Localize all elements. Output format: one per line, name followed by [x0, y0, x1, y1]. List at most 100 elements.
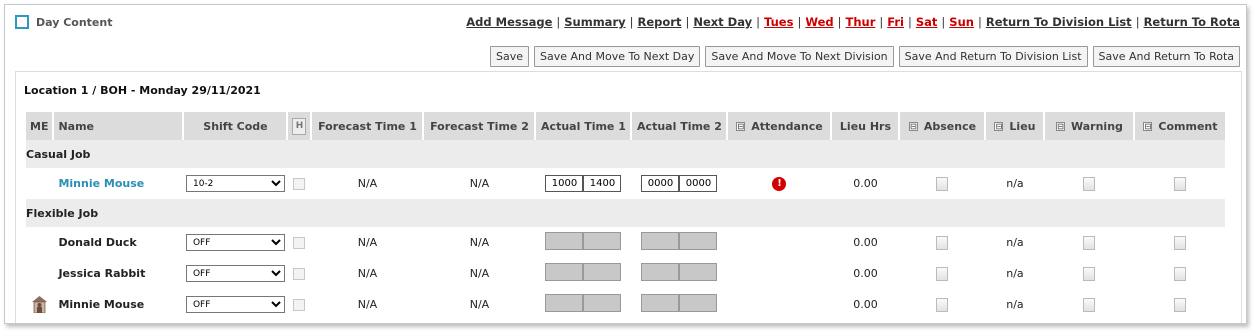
return-rota-link[interactable]: Return To Rota: [1144, 15, 1240, 29]
comment-icon[interactable]: [1174, 235, 1187, 250]
nav-separator: |: [556, 15, 561, 29]
collapse-icon[interactable]: ⊟: [1056, 122, 1066, 131]
return-division-link[interactable]: Return To Division List: [986, 15, 1132, 29]
shift-code-select[interactable]: OFF: [185, 296, 285, 313]
actual-1-start-input[interactable]: [545, 175, 584, 192]
collapse-icon[interactable]: ⊟: [908, 122, 918, 131]
comment-icon[interactable]: [1174, 297, 1187, 312]
forecast-2-cell: N/A: [469, 236, 490, 249]
actual-2-start-input[interactable]: [641, 175, 680, 192]
add-message-link[interactable]: Add Message: [466, 15, 552, 29]
report-link[interactable]: Report: [638, 15, 682, 29]
nav-separator: |: [629, 15, 634, 29]
actual-2-end-input[interactable]: [679, 175, 718, 192]
holiday-checkbox[interactable]: [293, 268, 306, 280]
attendance-cell: !: [728, 168, 830, 199]
actual-1-cell: [536, 258, 630, 289]
save-next-division-button[interactable]: Save And Move To Next Division: [705, 46, 894, 67]
col-lieu-hrs[interactable]: Lieu Hrs: [832, 112, 899, 140]
col-actual-1[interactable]: Actual Time 1: [536, 112, 631, 140]
forecast-1-cell: N/A: [357, 177, 378, 190]
disabled-time-field: [679, 294, 718, 312]
disabled-time-field: [583, 263, 622, 281]
warning-icon[interactable]: [1083, 176, 1096, 191]
actual-1-cell: [536, 168, 630, 199]
col-name[interactable]: Name: [54, 112, 183, 140]
page-title: Day Content: [36, 15, 113, 29]
comment-icon[interactable]: [1174, 176, 1187, 191]
col-comment-label: Comment: [1158, 119, 1218, 133]
save-button[interactable]: Save: [490, 46, 530, 67]
nav-separator: |: [1135, 15, 1140, 29]
alert-icon[interactable]: !: [772, 177, 787, 191]
warning-icon[interactable]: [1083, 235, 1096, 250]
col-warning[interactable]: ⊟ Warning: [1045, 112, 1134, 140]
me-cell: [26, 258, 52, 289]
thur-link[interactable]: Thur: [846, 15, 876, 29]
shift-code-cell: 10-2: [184, 168, 286, 199]
col-forecast-2[interactable]: Forecast Time 2: [424, 112, 535, 140]
warning-icon[interactable]: [1083, 266, 1096, 281]
shift-code-select[interactable]: OFF: [185, 234, 285, 251]
absence-cell: [900, 289, 984, 320]
employee-name[interactable]: Minnie Mouse: [54, 168, 182, 199]
rota-table: ME Name Shift Code H Forecast Time 1 For…: [24, 112, 1227, 320]
actual-1-cell: [536, 289, 630, 320]
save-next-day-button[interactable]: Save And Move To Next Day: [534, 46, 701, 67]
employee-name[interactable]: Donald Duck: [54, 227, 182, 258]
sat-link[interactable]: Sat: [916, 15, 938, 29]
warning-icon[interactable]: [1083, 297, 1096, 312]
col-forecast-1[interactable]: Forecast Time 1: [312, 112, 423, 140]
sun-link[interactable]: Sun: [949, 15, 974, 29]
employee-name[interactable]: Minnie Mouse: [54, 289, 182, 320]
collapse-icon[interactable]: ⊟: [994, 122, 1004, 131]
holiday-checkbox[interactable]: [293, 299, 306, 311]
actual-1-end-input[interactable]: [583, 175, 622, 192]
header-row: ME Name Shift Code H Forecast Time 1 For…: [26, 112, 1226, 140]
col-attendance[interactable]: ⊟ Attendance: [728, 112, 831, 140]
summary-link[interactable]: Summary: [564, 15, 625, 29]
comment-cell: [1135, 168, 1225, 199]
col-shift-code[interactable]: Shift Code: [184, 112, 287, 140]
disabled-time-field: [679, 232, 718, 250]
collapse-icon[interactable]: ⊟: [736, 122, 746, 131]
tues-link[interactable]: Tues: [764, 15, 793, 29]
location-heading: Location 1 / BOH - Monday 29/11/2021: [24, 84, 261, 97]
top-navigation: Add Message | Summary | Report | Next Day | Tues…: [466, 15, 1240, 29]
table-row: Minnie Mouse OFF N/A N/A 0.00 n/a: [26, 289, 1225, 320]
warning-cell: [1045, 168, 1133, 199]
col-comment[interactable]: ⊟ Comment: [1135, 112, 1226, 140]
nav-separator: |: [756, 15, 761, 29]
disabled-time-field: [641, 263, 680, 281]
comment-icon[interactable]: [1174, 266, 1187, 281]
shift-code-cell: OFF: [184, 258, 286, 289]
next-day-link[interactable]: Next Day: [693, 15, 752, 29]
save-return-rota-button[interactable]: Save And Return To Rota: [1092, 46, 1240, 67]
fri-link[interactable]: Fri: [887, 15, 904, 29]
absence-icon[interactable]: [936, 176, 949, 191]
day-content-window: Day Content Add Message | Summary | Report | N…: [4, 4, 1247, 324]
shift-code-cell: OFF: [184, 227, 286, 258]
disabled-time-field: [641, 294, 680, 312]
absence-icon[interactable]: [936, 297, 949, 312]
col-absence[interactable]: ⊟ Absence: [900, 112, 985, 140]
me-cell: [26, 289, 52, 320]
holiday-checkbox[interactable]: [293, 178, 306, 190]
absence-icon[interactable]: [936, 235, 949, 250]
col-actual-2[interactable]: Actual Time 2: [632, 112, 727, 140]
collapse-icon[interactable]: ⊟: [1143, 122, 1153, 131]
col-warning-label: Warning: [1071, 119, 1123, 133]
col-me: ME: [26, 112, 53, 140]
absence-icon[interactable]: [936, 266, 949, 281]
rota-panel: Location 1 / BOH - Monday 29/11/2021 ME …: [15, 71, 1242, 323]
shift-code-select[interactable]: OFF: [185, 265, 285, 282]
checkbox-icon[interactable]: [15, 15, 29, 29]
col-lieu[interactable]: ⊟ Lieu: [986, 112, 1044, 140]
shift-code-select[interactable]: 10-2: [185, 175, 285, 192]
wed-link[interactable]: Wed: [805, 15, 833, 29]
holiday-checkbox[interactable]: [293, 237, 306, 249]
col-absence-label: Absence: [923, 119, 977, 133]
group-flexible-job: Flexible Job: [26, 199, 1226, 227]
employee-name[interactable]: Jessica Rabbit: [54, 258, 182, 289]
save-return-division-button[interactable]: Save And Return To Division List: [898, 46, 1088, 67]
